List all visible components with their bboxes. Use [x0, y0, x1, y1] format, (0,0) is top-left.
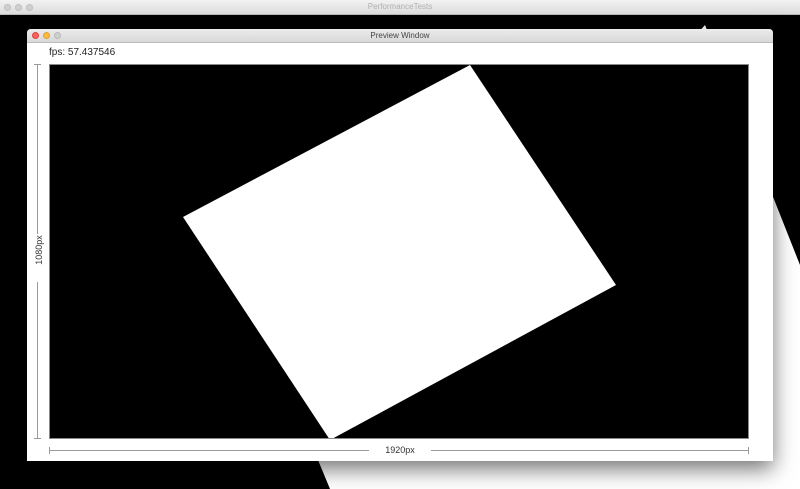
- width-ruler-right-cap: [748, 447, 749, 454]
- window-title: Preview Window: [370, 31, 430, 40]
- fps-counter: fps: 57.437546: [49, 47, 116, 58]
- back-window-titlebar[interactable]: PerformanceTests: [0, 0, 800, 15]
- height-label: 1080px: [34, 235, 44, 265]
- preview-window-titlebar[interactable]: Preview Window: [27, 29, 773, 43]
- height-ruler-bottom-cap: [34, 438, 41, 439]
- width-label: 1920px: [385, 445, 415, 455]
- preview-window: Preview Window fps: 57.437546 1080px 192…: [27, 29, 773, 461]
- height-ruler-line-bottom: [37, 282, 38, 439]
- rotated-white-square: [183, 65, 616, 438]
- render-canvas[interactable]: [49, 64, 749, 439]
- desktop: PerformanceTests Preview Window fps: 57.…: [0, 0, 800, 489]
- width-ruler-line-left: [49, 450, 369, 451]
- height-ruler-line-top: [37, 64, 38, 234]
- back-window-title: PerformanceTests: [367, 2, 433, 11]
- width-ruler-line-right: [431, 450, 749, 451]
